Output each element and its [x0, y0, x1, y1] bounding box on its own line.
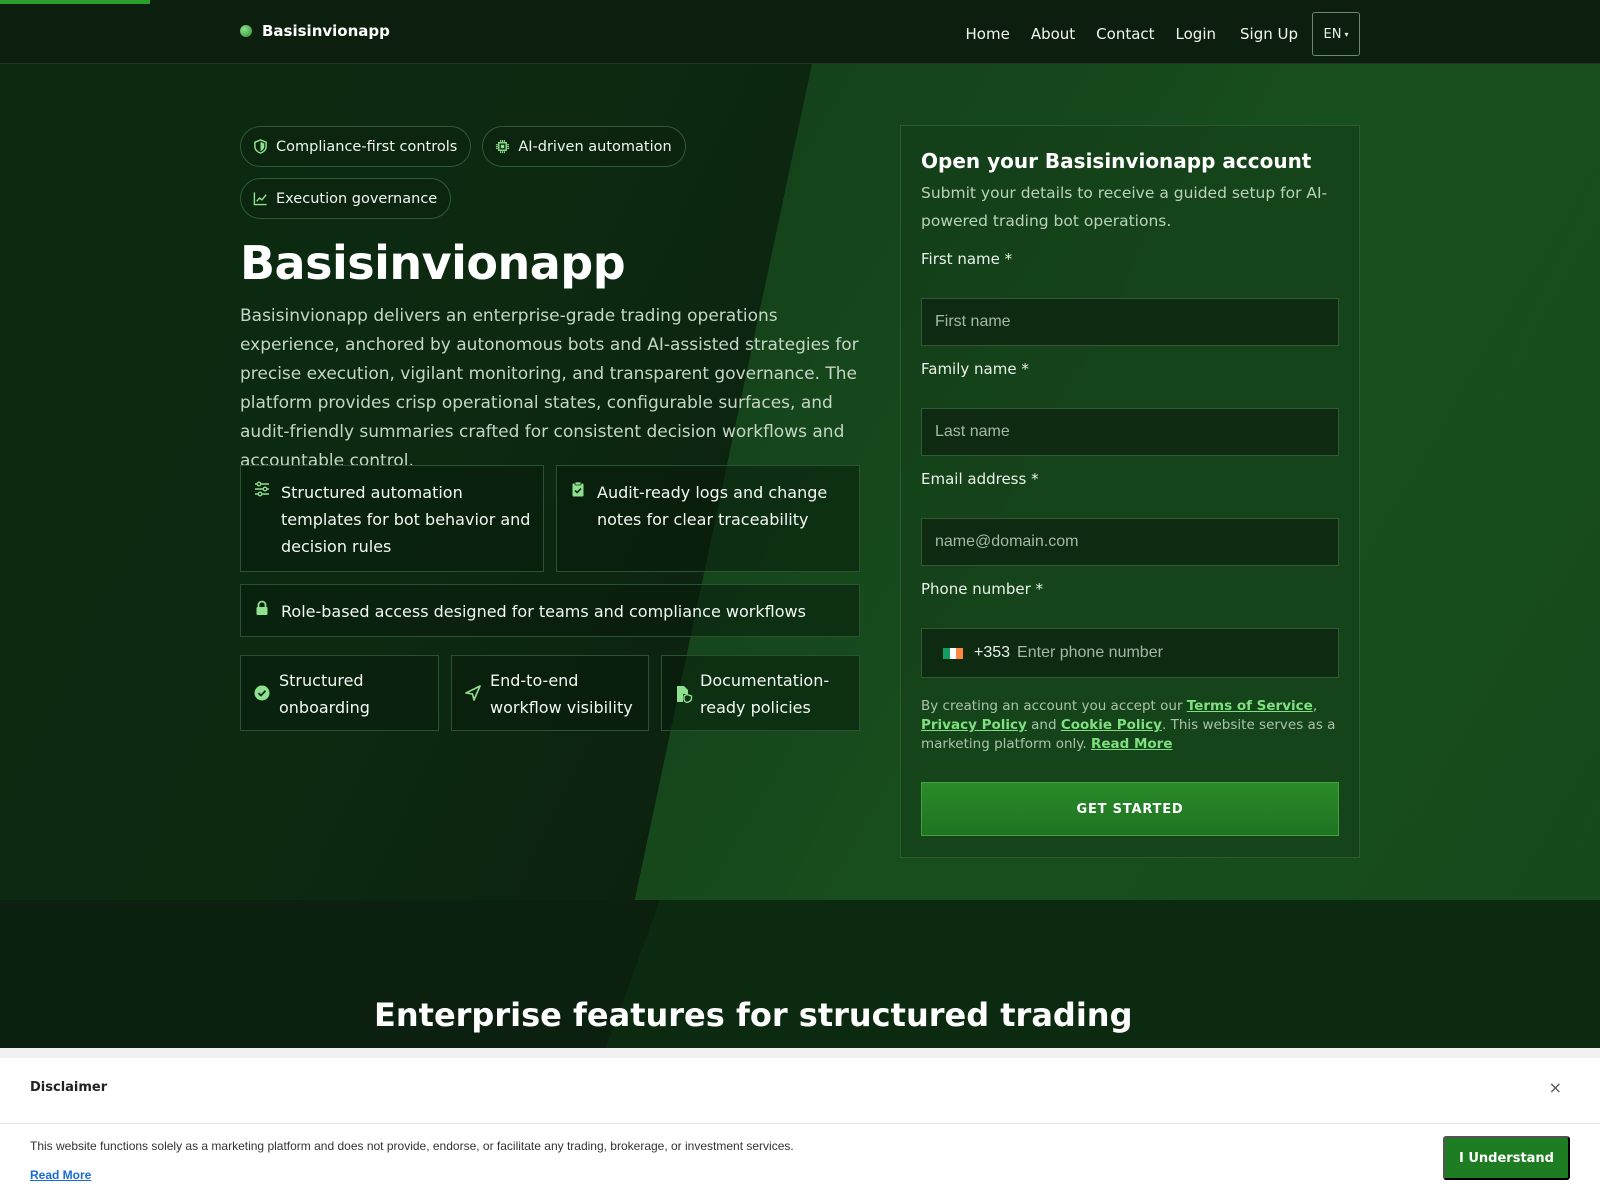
disclaimer-read-more-link[interactable]: Read More: [30, 1168, 91, 1182]
first-name-label: First name *: [921, 250, 1013, 268]
brand-dot-icon: [240, 25, 252, 37]
nav-link-home[interactable]: Home: [966, 24, 1010, 44]
send-icon: [465, 685, 481, 701]
language-selector[interactable]: EN ▾: [1312, 12, 1360, 56]
form-title: Open your Basisinvionapp account: [921, 149, 1312, 173]
disclaimer-title: Disclaimer: [30, 1080, 108, 1095]
chip-icon: [496, 139, 510, 154]
feature-text: Structured automation templates for bot …: [281, 483, 531, 556]
feature-card-visibility: End-to-end workflow visibility: [451, 655, 649, 731]
nav-link-about[interactable]: About: [1031, 24, 1075, 44]
read-more-link[interactable]: Read More: [1091, 736, 1173, 752]
nav-link-signup[interactable]: Sign Up: [1240, 24, 1298, 44]
privacy-link[interactable]: Privacy Policy: [921, 717, 1027, 733]
chip-label: Compliance-first controls: [276, 138, 458, 155]
chip-governance: Execution governance: [240, 178, 452, 219]
feature-text: Role-based access designed for teams and…: [281, 602, 806, 621]
features-section-title: Enterprise features for structured tradi…: [374, 996, 1133, 1034]
disclaimer-banner: Disclaimer × This website functions sole…: [0, 1048, 1600, 1200]
chevron-down-icon: ▾: [1344, 29, 1349, 39]
chip-label: AI-driven automation: [518, 138, 672, 155]
nav-link-contact[interactable]: Contact: [1096, 24, 1154, 44]
lock-icon: [256, 600, 268, 615]
chip-automation: AI-driven automation: [482, 126, 686, 167]
hero-chips: Compliance-first controls AI-driven auto…: [240, 126, 720, 219]
email-input[interactable]: [921, 518, 1339, 566]
brand-logo[interactable]: Basisinvionapp: [240, 22, 390, 40]
close-icon[interactable]: ×: [1549, 1078, 1562, 1097]
understand-button[interactable]: I Understand: [1443, 1136, 1570, 1180]
check-circle-icon: [254, 685, 270, 701]
main-nav: Home About Contact Login Sign Up EN ▾: [966, 12, 1360, 56]
feature-card-onboarding: Structured onboarding: [240, 655, 439, 731]
chart-icon: [253, 192, 267, 206]
nav-link-login[interactable]: Login: [1176, 24, 1216, 44]
last-name-input[interactable]: [921, 408, 1339, 456]
phone-dial-code[interactable]: +353: [974, 644, 1010, 662]
feature-card-audit: Audit-ready logs and change notes for cl…: [556, 465, 860, 572]
feature-card-access: Role-based access designed for teams and…: [240, 584, 860, 637]
chip-label: Execution governance: [276, 190, 438, 207]
brand-name: Basisinvionapp: [262, 22, 390, 40]
disclaimer-text: This website functions solely as a marke…: [30, 1139, 794, 1153]
file-shield-icon: [677, 686, 693, 703]
feature-text: End-to-end workflow visibility: [490, 671, 633, 717]
feature-text: Audit-ready logs and change notes for cl…: [597, 483, 828, 529]
language-code: EN: [1323, 26, 1342, 42]
form-subtitle: Submit your details to receive a guided …: [921, 184, 1328, 230]
terms-link[interactable]: Terms of Service: [1187, 698, 1313, 714]
legal-comma: ,: [1312, 698, 1318, 714]
legal-and: and: [1031, 717, 1057, 733]
feature-text: Documentation-ready policies: [700, 671, 830, 717]
clipboard-check-icon: [572, 481, 584, 497]
hero-title: Basisinvionapp: [240, 236, 626, 290]
sliders-icon: [255, 481, 269, 497]
phone-label: Phone number *: [921, 580, 1044, 598]
legal-prefix: By creating an account you accept our: [921, 698, 1183, 714]
shield-icon: [254, 139, 267, 154]
get-started-button[interactable]: GET STARTED: [921, 782, 1339, 836]
phone-input[interactable]: [1017, 644, 1318, 662]
cookie-link[interactable]: Cookie Policy: [1061, 717, 1162, 733]
hero-description: Basisinvionapp delivers an enterprise-gr…: [240, 306, 859, 471]
legal-notice: By creating an account you accept our Te…: [921, 697, 1339, 754]
last-name-label: Family name *: [921, 360, 1029, 378]
ireland-flag-icon[interactable]: [943, 647, 964, 659]
top-nav-bar: Basisinvionapp Home About Contact Login …: [0, 0, 1600, 64]
feature-card-policies: Documentation-ready policies: [661, 655, 860, 731]
email-label: Email address *: [921, 470, 1039, 488]
disclaimer-header: Disclaimer ×: [0, 1058, 1600, 1124]
signup-form-card: Open your Basisinvionapp account Submit …: [900, 125, 1360, 858]
feature-text: Structured onboarding: [279, 671, 370, 717]
first-name-input[interactable]: [921, 298, 1339, 346]
section-diagonal-panel: [600, 900, 1600, 1064]
phone-field: +353: [921, 628, 1339, 678]
page-progress-bar: [0, 0, 150, 4]
feature-card-templates: Structured automation templates for bot …: [240, 465, 544, 572]
chip-compliance: Compliance-first controls: [240, 126, 472, 167]
